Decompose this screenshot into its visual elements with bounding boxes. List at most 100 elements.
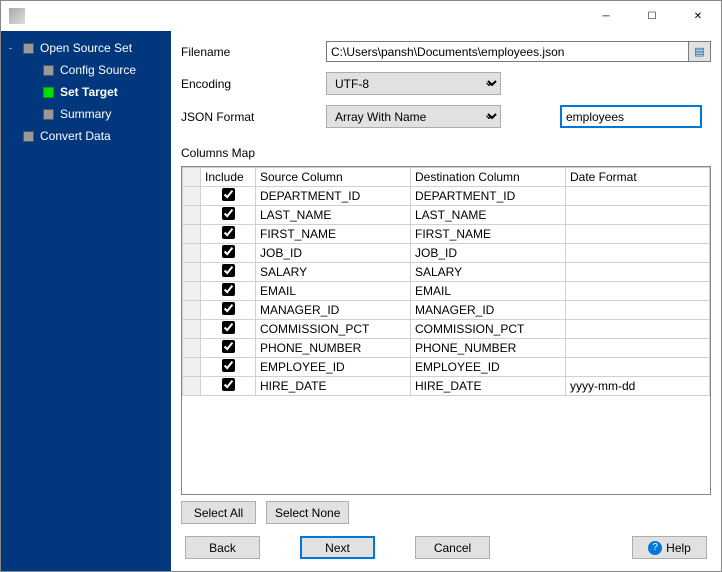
row-header <box>183 339 201 358</box>
table-row[interactable]: EMPLOYEE_IDEMPLOYEE_ID <box>183 358 710 377</box>
include-checkbox[interactable] <box>222 283 235 296</box>
filename-input[interactable] <box>326 41 689 62</box>
table-row[interactable]: PHONE_NUMBERPHONE_NUMBER <box>183 339 710 358</box>
cell-datefmt[interactable] <box>566 339 710 358</box>
browse-icon: ▤ <box>694 45 704 58</box>
help-icon: ? <box>648 541 662 555</box>
cell-datefmt[interactable] <box>566 301 710 320</box>
table-row[interactable]: LAST_NAMELAST_NAME <box>183 206 710 225</box>
cell-dest[interactable]: DEPARTMENT_ID <box>411 187 566 206</box>
cell-dest[interactable]: SALARY <box>411 263 566 282</box>
cell-datefmt[interactable] <box>566 358 710 377</box>
include-checkbox[interactable] <box>222 226 235 239</box>
cell-dest[interactable]: HIRE_DATE <box>411 377 566 396</box>
include-checkbox[interactable] <box>222 207 235 220</box>
sidebar-step-config-source[interactable]: Config Source <box>1 59 171 81</box>
row-header-blank <box>183 168 201 187</box>
jsonformat-select[interactable]: Array With Name <box>326 105 501 128</box>
sidebar-item-label: Convert Data <box>40 129 111 143</box>
cell-dest[interactable]: JOB_ID <box>411 244 566 263</box>
cell-dest[interactable]: COMMISSION_PCT <box>411 320 566 339</box>
table-row[interactable]: FIRST_NAMEFIRST_NAME <box>183 225 710 244</box>
encoding-select[interactable]: UTF-8 <box>326 72 501 95</box>
cell-source[interactable]: MANAGER_ID <box>256 301 411 320</box>
wizard-window: ─ ☐ ✕ -Open Source Set Config Source Set T… <box>0 0 722 572</box>
cell-dest[interactable]: PHONE_NUMBER <box>411 339 566 358</box>
cell-source[interactable]: LAST_NAME <box>256 206 411 225</box>
cell-datefmt[interactable] <box>566 263 710 282</box>
row-header <box>183 244 201 263</box>
cell-dest[interactable]: MANAGER_ID <box>411 301 566 320</box>
row-header <box>183 301 201 320</box>
cell-dest[interactable]: EMPLOYEE_ID <box>411 358 566 377</box>
row-header <box>183 282 201 301</box>
cell-source[interactable]: DEPARTMENT_ID <box>256 187 411 206</box>
cancel-button[interactable]: Cancel <box>415 536 490 559</box>
table-row[interactable]: MANAGER_IDMANAGER_ID <box>183 301 710 320</box>
include-checkbox[interactable] <box>222 359 235 372</box>
cell-source[interactable]: EMPLOYEE_ID <box>256 358 411 377</box>
col-source[interactable]: Source Column <box>256 168 411 187</box>
col-datefmt[interactable]: Date Format <box>566 168 710 187</box>
cell-datefmt[interactable] <box>566 187 710 206</box>
cell-dest[interactable]: LAST_NAME <box>411 206 566 225</box>
cell-source[interactable]: FIRST_NAME <box>256 225 411 244</box>
minimize-button[interactable]: ─ <box>583 1 629 31</box>
cell-source[interactable]: COMMISSION_PCT <box>256 320 411 339</box>
sidebar-step-summary[interactable]: Summary <box>1 103 171 125</box>
wizard-sidebar: -Open Source Set Config Source Set Target S… <box>1 31 171 571</box>
sidebar-item-label: Open Source Set <box>40 41 132 55</box>
include-checkbox[interactable] <box>222 188 235 201</box>
table-row[interactable]: DEPARTMENT_IDDEPARTMENT_ID <box>183 187 710 206</box>
step-node-icon <box>23 131 34 142</box>
array-name-input[interactable] <box>561 106 701 127</box>
col-include[interactable]: Include <box>201 168 256 187</box>
cell-dest[interactable]: FIRST_NAME <box>411 225 566 244</box>
cell-datefmt[interactable] <box>566 206 710 225</box>
jsonformat-label: JSON Format <box>181 110 326 124</box>
include-checkbox[interactable] <box>222 321 235 334</box>
encoding-label: Encoding <box>181 77 326 91</box>
cell-source[interactable]: PHONE_NUMBER <box>256 339 411 358</box>
cell-datefmt[interactable]: yyyy-mm-dd <box>566 377 710 396</box>
sidebar-item-label: Config Source <box>60 63 136 77</box>
include-checkbox[interactable] <box>222 340 235 353</box>
cell-source[interactable]: HIRE_DATE <box>256 377 411 396</box>
cell-source[interactable]: SALARY <box>256 263 411 282</box>
step-node-icon <box>43 109 54 120</box>
next-button[interactable]: Next <box>300 536 375 559</box>
table-row[interactable]: COMMISSION_PCTCOMMISSION_PCT <box>183 320 710 339</box>
main-panel: Filename ▤ Encoding UTF-8 JSON Format <box>171 31 721 571</box>
sidebar-item-label: Set Target <box>60 85 118 99</box>
sidebar-step-convert-data[interactable]: Convert Data <box>1 125 171 147</box>
include-checkbox[interactable] <box>222 245 235 258</box>
cell-datefmt[interactable] <box>566 244 710 263</box>
select-all-button[interactable]: Select All <box>181 501 256 524</box>
sidebar-step-set-target[interactable]: Set Target <box>1 81 171 103</box>
col-dest[interactable]: Destination Column <box>411 168 566 187</box>
step-node-icon <box>43 87 54 98</box>
cell-source[interactable]: EMAIL <box>256 282 411 301</box>
close-button[interactable]: ✕ <box>675 1 721 31</box>
back-button[interactable]: Back <box>185 536 260 559</box>
cell-dest[interactable]: EMAIL <box>411 282 566 301</box>
cell-datefmt[interactable] <box>566 320 710 339</box>
cell-datefmt[interactable] <box>566 225 710 244</box>
columns-grid[interactable]: Include Source Column Destination Column… <box>181 166 711 495</box>
columns-map-label: Columns Map <box>181 146 711 160</box>
browse-button[interactable]: ▤ <box>689 41 711 62</box>
help-button[interactable]: ? Help <box>632 536 707 559</box>
table-row[interactable]: HIRE_DATEHIRE_DATEyyyy-mm-dd <box>183 377 710 396</box>
cell-datefmt[interactable] <box>566 282 710 301</box>
include-checkbox[interactable] <box>222 302 235 315</box>
table-row[interactable]: EMAILEMAIL <box>183 282 710 301</box>
maximize-button[interactable]: ☐ <box>629 1 675 31</box>
sidebar-step-open-source-set[interactable]: -Open Source Set <box>1 37 171 59</box>
include-checkbox[interactable] <box>222 264 235 277</box>
row-header <box>183 206 201 225</box>
table-row[interactable]: JOB_IDJOB_ID <box>183 244 710 263</box>
cell-source[interactable]: JOB_ID <box>256 244 411 263</box>
table-row[interactable]: SALARYSALARY <box>183 263 710 282</box>
include-checkbox[interactable] <box>222 378 235 391</box>
select-none-button[interactable]: Select None <box>266 501 349 524</box>
